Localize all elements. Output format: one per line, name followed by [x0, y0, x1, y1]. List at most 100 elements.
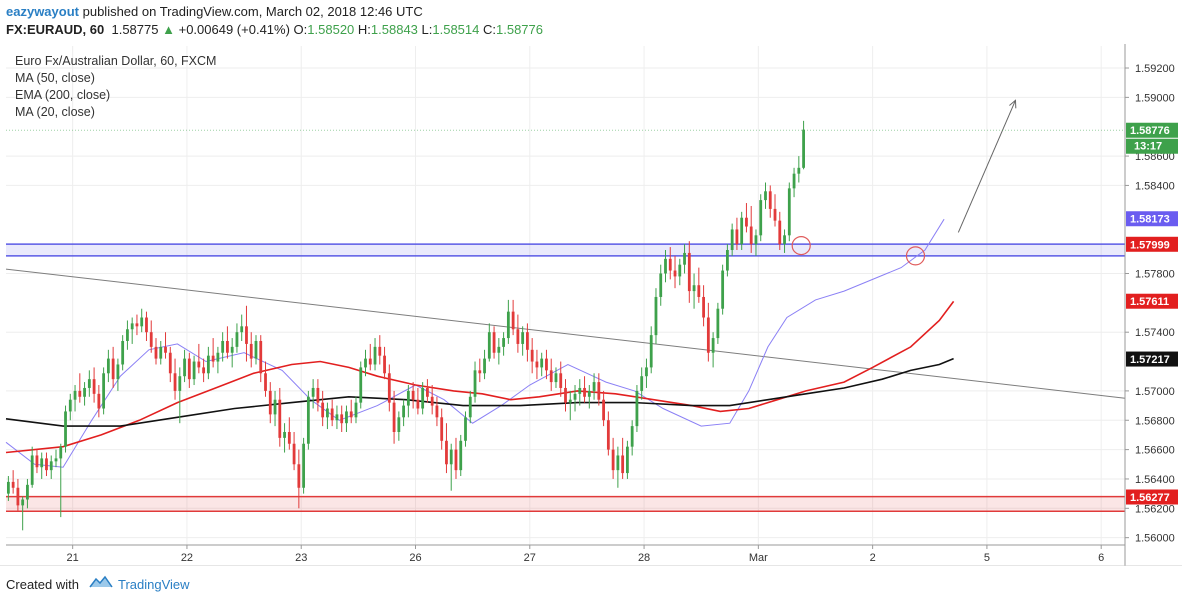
- candle-body: [359, 367, 363, 403]
- candle-body: [21, 499, 25, 506]
- candle-body: [445, 440, 448, 465]
- candle-body: [135, 323, 139, 327]
- candle-body: [254, 340, 258, 359]
- countdown-label: 13:17: [1134, 141, 1162, 153]
- candle-body: [468, 396, 472, 418]
- price-chart[interactable]: 1.592001.590001.586001.584001.578001.574…: [0, 44, 1182, 566]
- candle-body: [178, 376, 182, 391]
- candle-body: [149, 332, 153, 347]
- tradingview-link[interactable]: TradingView: [118, 577, 190, 592]
- y-tick-label: 1.57400: [1135, 327, 1175, 339]
- candle-body: [402, 405, 406, 418]
- tradingview-logo-icon: [89, 575, 113, 588]
- candle-body: [145, 317, 148, 333]
- candle-body: [754, 235, 758, 245]
- candle-body: [321, 402, 325, 418]
- candle-body: [645, 367, 648, 377]
- candle-body: [192, 361, 196, 380]
- candle-body: [783, 235, 786, 245]
- candle-body: [459, 440, 463, 471]
- candle-body: [173, 373, 177, 391]
- candle-body: [683, 252, 686, 265]
- candle-body: [497, 346, 501, 353]
- y-tick-label: 1.59000: [1135, 92, 1175, 104]
- candle-body: [564, 387, 567, 403]
- resistance-zone: [6, 244, 1125, 256]
- candle-body: [126, 329, 129, 341]
- candle-body: [78, 390, 82, 397]
- x-tick-label: 2: [870, 552, 876, 564]
- candle-body: [773, 208, 777, 221]
- high-label: H:: [357, 22, 371, 37]
- candle-body: [216, 352, 220, 362]
- candle-body: [245, 326, 248, 344]
- candle-body: [87, 379, 91, 388]
- legend-ma20[interactable]: MA (20, close): [15, 104, 216, 121]
- high-value: 1.58843: [370, 22, 418, 37]
- candle-body: [787, 188, 791, 236]
- legend-ema200[interactable]: EMA (200, close): [15, 87, 216, 104]
- x-tick-label: 28: [638, 552, 650, 564]
- candle-body: [721, 270, 725, 309]
- candle-body: [659, 273, 663, 297]
- candle-body: [464, 417, 467, 441]
- candle-body: [368, 358, 372, 365]
- y-tick-label: 1.59200: [1135, 63, 1175, 75]
- candle-body: [578, 387, 582, 394]
- candle-body: [535, 361, 539, 368]
- low-label: L:: [421, 22, 433, 37]
- candle-body: [16, 487, 20, 506]
- candle-body: [30, 455, 34, 485]
- candle-body: [697, 285, 701, 297]
- close-label: C:: [483, 22, 496, 37]
- candle-body: [606, 420, 610, 450]
- candle-body: [49, 461, 53, 471]
- open-value: 1.58520: [307, 22, 355, 37]
- candle-body: [483, 358, 486, 374]
- triangle-up-icon: ▲: [162, 22, 175, 37]
- candle-body: [573, 393, 577, 400]
- chart-legend: Euro Fx/Australian Dollar, 60, FXCM MA (…: [15, 53, 216, 121]
- y-tick-label: 1.57000: [1135, 386, 1175, 398]
- y-tick-label: 1.56600: [1135, 445, 1175, 457]
- candle-body: [183, 358, 186, 377]
- candle-body: [26, 484, 29, 500]
- candle-body: [664, 258, 667, 274]
- candle-body: [40, 458, 44, 468]
- candle-body: [592, 382, 596, 391]
- candle-body: [292, 443, 296, 465]
- candle-body: [154, 346, 158, 359]
- candle-body: [654, 296, 658, 336]
- candle-body: [649, 335, 653, 368]
- candle-body: [473, 370, 477, 397]
- candle-body: [121, 340, 125, 365]
- candle-body: [692, 285, 696, 292]
- x-tick-label: Mar: [749, 552, 768, 564]
- open-label: O:: [293, 22, 308, 37]
- candle-body: [130, 323, 134, 330]
- candle-body: [387, 373, 391, 403]
- candle-body: [373, 346, 377, 365]
- candle-body: [330, 408, 334, 421]
- author-link[interactable]: eazywayout: [6, 4, 79, 19]
- legend-title: Euro Fx/Australian Dollar, 60, FXCM: [15, 54, 217, 68]
- x-tick-label: 21: [67, 552, 79, 564]
- x-tick-label: 22: [181, 552, 193, 564]
- candle-body: [249, 343, 253, 359]
- legend-ma50[interactable]: MA (50, close): [15, 70, 216, 87]
- candle-body: [668, 258, 672, 271]
- candle-body: [516, 329, 520, 344]
- candle-body: [187, 358, 191, 380]
- candle-body: [297, 464, 301, 488]
- candle-body: [611, 449, 615, 471]
- candle-body: [116, 364, 120, 380]
- candle-body: [35, 455, 39, 468]
- candle-body: [759, 200, 763, 236]
- candle-body: [159, 346, 163, 359]
- candle-body: [226, 340, 229, 353]
- candle-body: [706, 317, 710, 353]
- candle-body: [302, 443, 306, 488]
- candle-body: [745, 217, 748, 227]
- candle-body: [426, 387, 429, 397]
- candle-body: [354, 402, 358, 418]
